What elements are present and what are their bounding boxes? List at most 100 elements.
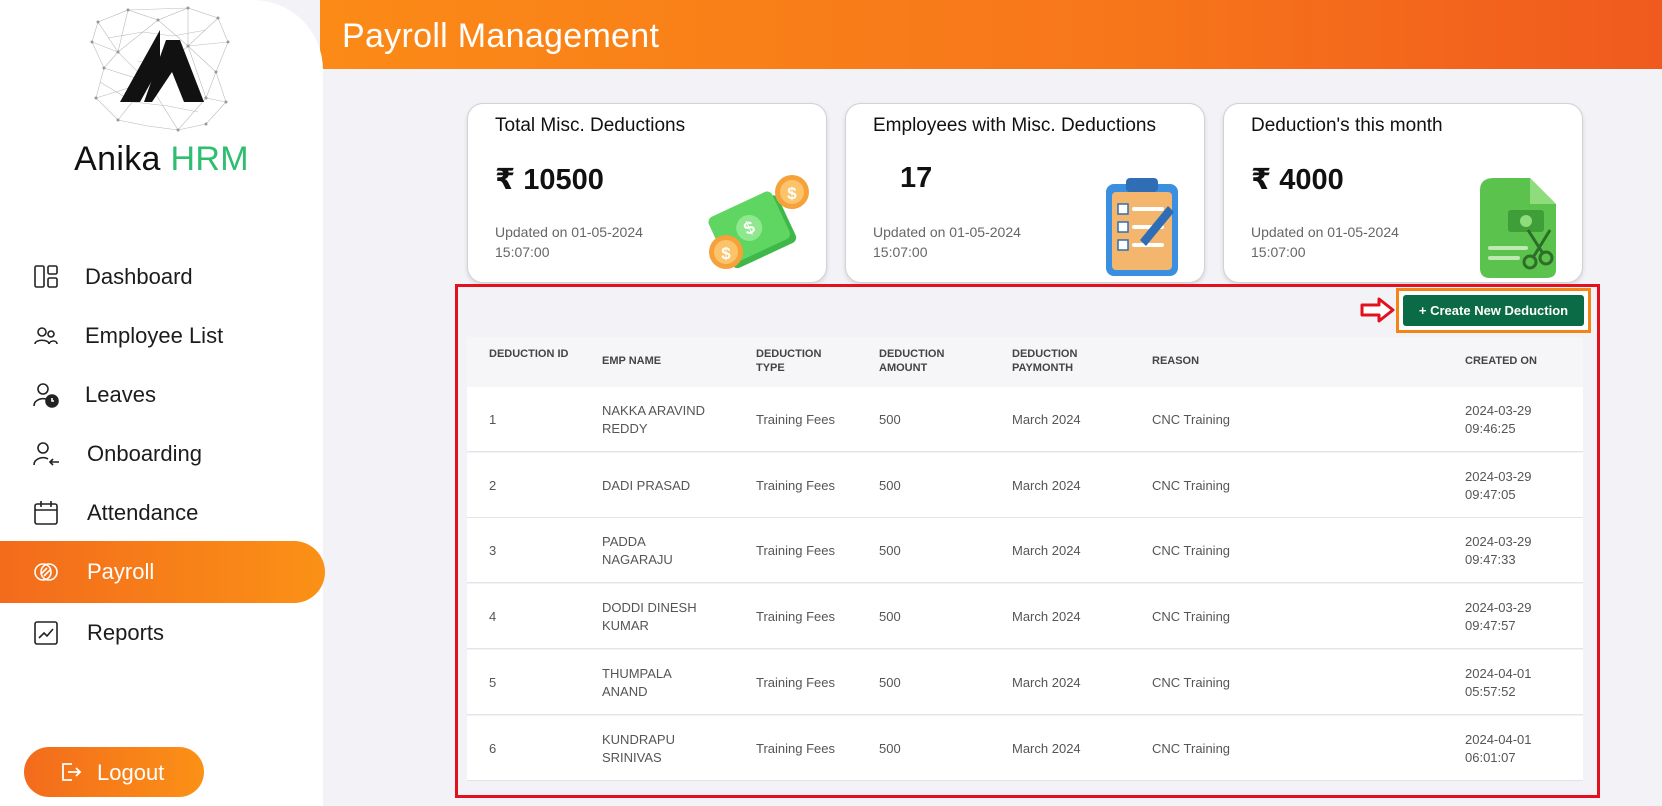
table-header: DEDUCTION ID EMP NAME DEDUCTION TYPE DED…: [467, 337, 1583, 387]
stat-card-total-deductions: Total Misc. Deductions ₹ 10500 Updated o…: [467, 103, 827, 283]
create-new-deduction-button[interactable]: + Create New Deduction: [1403, 295, 1584, 326]
cell-paymonth: March 2024: [1012, 478, 1081, 493]
cell-reason: CNC Training: [1152, 412, 1231, 427]
cell-type: Training Fees: [756, 609, 835, 624]
svg-text:$: $: [787, 184, 797, 203]
sidebar-item-reports[interactable]: Reports: [0, 602, 325, 664]
card-updated: Updated on 01-05-2024 15:07:00: [1251, 224, 1399, 260]
cell-emp-name: THUMPALA ANAND: [602, 666, 672, 699]
stat-card-employees-deductions: Employees with Misc. Deductions 17 Updat…: [845, 103, 1205, 283]
invoice-icon: [1480, 178, 1556, 278]
arrow-right-icon: [1360, 297, 1395, 323]
clipboard-icon: [1106, 178, 1178, 276]
column-header[interactable]: REASON: [1152, 354, 1242, 368]
users-icon: [34, 327, 58, 345]
cell-paymonth: March 2024: [1012, 412, 1081, 427]
money-icon: $ $ $: [708, 175, 809, 269]
cell-type: Training Fees: [756, 478, 835, 493]
cell-created-on: 2024-04-01 05:57:52: [1465, 666, 1532, 699]
cell-type: Training Fees: [756, 741, 835, 756]
card-title: Total Misc. Deductions: [495, 115, 686, 136]
card-title: Employees with Misc. Deductions: [873, 115, 1156, 136]
report-chart-icon: [34, 621, 58, 645]
sidebar-item-label: Dashboard: [85, 264, 193, 289]
user-clock-icon: [33, 383, 59, 408]
calendar-icon: [34, 501, 58, 525]
stat-card-deductions-this-month: Deduction's this month ₹ 4000 Updated on…: [1223, 103, 1583, 283]
page-header: Payroll Management: [320, 0, 1662, 69]
cell-paymonth: March 2024: [1012, 609, 1081, 624]
anika-logo: [90, 6, 230, 132]
card-title: Deduction's this month: [1251, 115, 1443, 136]
svg-text:$: $: [721, 244, 731, 263]
cell-reason: CNC Training: [1152, 478, 1231, 493]
cell-emp-name: KUNDRAPU SRINIVAS: [602, 732, 675, 765]
column-header[interactable]: EMP NAME: [602, 354, 712, 368]
cell-id: 1: [489, 412, 497, 427]
cell-reason: CNC Training: [1152, 741, 1231, 756]
cell-type: Training Fees: [756, 412, 835, 427]
column-header[interactable]: CREATED ON: [1465, 354, 1565, 368]
cell-id: 2: [489, 478, 497, 493]
table-row[interactable]: 5 THUMPALA ANAND Training Fees 500 March…: [467, 650, 1583, 715]
user-arrow-icon: [33, 442, 59, 466]
cell-created-on: 2024-03-29 09:46:25: [1465, 403, 1532, 436]
cell-amount: 500: [879, 543, 901, 558]
cell-created-on: 2024-03-29 09:47:05: [1465, 469, 1532, 502]
sidebar-item-label: Leaves: [85, 382, 156, 407]
table-row[interactable]: 4 DODDI DINESH KUMAR Training Fees 500 M…: [467, 584, 1583, 649]
cell-type: Training Fees: [756, 675, 835, 690]
sidebar-item-employee-list[interactable]: Employee List: [0, 305, 325, 367]
table-row[interactable]: 1 NAKKA ARAVIND REDDY Training Fees 500 …: [467, 387, 1583, 452]
logout-icon: [62, 763, 82, 781]
cell-paymonth: March 2024: [1012, 741, 1081, 756]
table-row[interactable]: 3 PADDA NAGARAJU Training Fees 500 March…: [467, 518, 1583, 583]
column-header[interactable]: DEDUCTION TYPE: [756, 347, 846, 375]
cell-amount: 500: [879, 478, 901, 493]
cell-amount: 500: [879, 412, 901, 427]
dashboard-icon: [34, 265, 58, 288]
column-header[interactable]: DEDUCTION AMOUNT: [879, 347, 969, 375]
sidebar-item-onboarding[interactable]: Onboarding: [0, 423, 325, 485]
cell-id: 3: [489, 543, 497, 558]
cell-emp-name: DADI PRASAD: [602, 478, 691, 493]
card-value: ₹ 10500: [495, 164, 604, 196]
cell-amount: 500: [879, 741, 901, 756]
cell-created-on: 2024-03-29 09:47:33: [1465, 534, 1532, 567]
payroll-icon: [34, 563, 58, 581]
card-updated: Updated on 01-05-2024 15:07:00: [873, 224, 1021, 260]
sidebar: Anika HRM Dashboard Employee List Leaves…: [0, 0, 325, 806]
card-value: ₹ 4000: [1251, 164, 1344, 196]
cell-amount: 500: [879, 609, 901, 624]
brand-name-primary: Anika: [74, 140, 161, 178]
brand-name-accent: HRM: [170, 140, 249, 178]
table-row[interactable]: 6 KUNDRAPU SRINIVAS Training Fees 500 Ma…: [467, 716, 1583, 781]
cell-id: 6: [489, 741, 497, 756]
logout-button[interactable]: Logout: [24, 747, 204, 797]
sidebar-item-label: Reports: [87, 620, 165, 645]
cell-id: 4: [489, 609, 497, 624]
sidebar-item-payroll[interactable]: Payroll: [0, 541, 325, 603]
logout-label: Logout: [97, 760, 165, 785]
sidebar-item-label: Payroll: [87, 559, 155, 584]
cell-paymonth: March 2024: [1012, 543, 1081, 558]
cell-id: 5: [489, 675, 497, 690]
cell-reason: CNC Training: [1152, 543, 1231, 558]
sidebar-item-label: Attendance: [87, 500, 199, 525]
cell-created-on: 2024-03-29 09:47:57: [1465, 600, 1532, 633]
card-value: 17: [900, 162, 933, 194]
sidebar-item-label: Employee List: [85, 323, 224, 348]
column-header[interactable]: DEDUCTION ID: [489, 347, 569, 361]
column-header[interactable]: DEDUCTION PAYMONTH: [1012, 347, 1102, 375]
cell-amount: 500: [879, 675, 901, 690]
table-row[interactable]: 2 DADI PRASAD Training Fees 500 March 20…: [467, 453, 1583, 518]
sidebar-item-leaves[interactable]: Leaves: [0, 364, 325, 426]
cell-emp-name: NAKKA ARAVIND REDDY: [602, 403, 706, 436]
create-deduction-highlight: + Create New Deduction: [1396, 288, 1591, 333]
sidebar-item-attendance[interactable]: Attendance: [0, 482, 325, 544]
cell-emp-name: PADDA NAGARAJU: [602, 534, 673, 567]
cell-created-on: 2024-04-01 06:01:07: [1465, 732, 1532, 765]
cell-reason: CNC Training: [1152, 675, 1231, 690]
brand-name: Anika HRM: [0, 140, 323, 179]
sidebar-item-dashboard[interactable]: Dashboard: [0, 246, 325, 308]
